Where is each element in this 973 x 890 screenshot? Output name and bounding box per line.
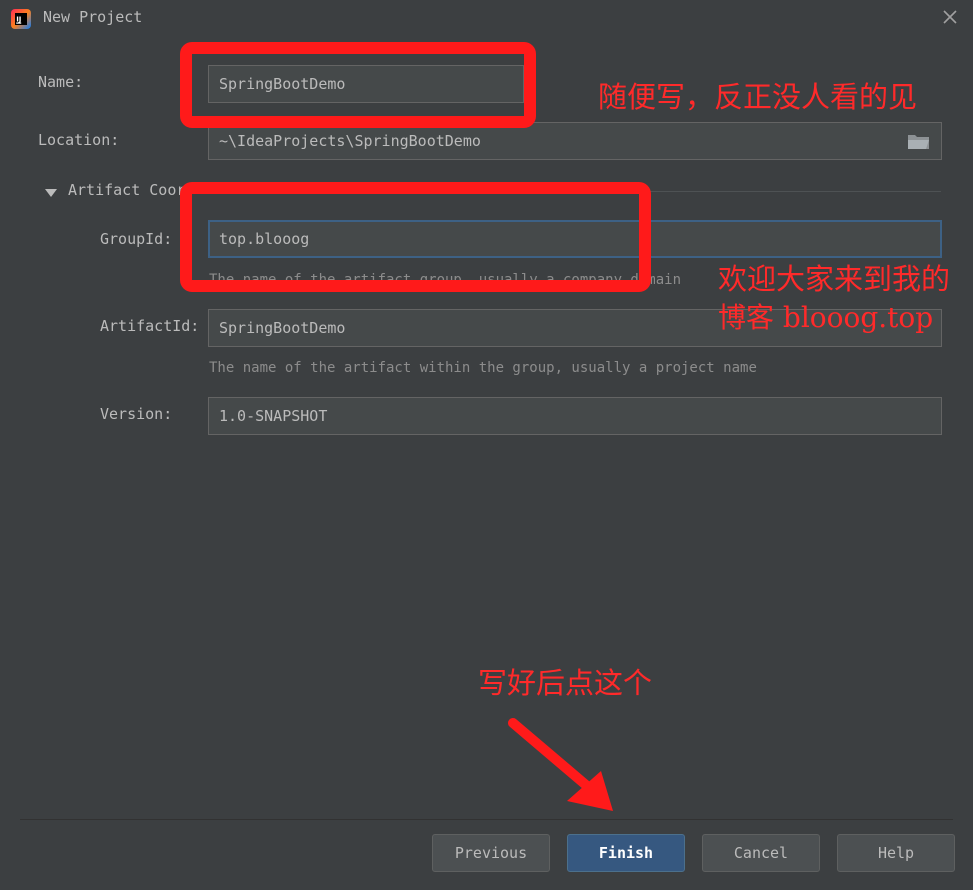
version-input[interactable]: 1.0-SNAPSHOT	[208, 397, 942, 435]
annotation-note-group-line1: 欢迎大家来到我的	[718, 262, 951, 296]
annotation-box-name	[180, 42, 536, 128]
window-title: New Project	[43, 8, 143, 26]
intellij-idea-icon: IJ	[11, 9, 31, 29]
location-value: ~\IdeaProjects\SpringBootDemo	[219, 132, 481, 150]
folder-icon[interactable]	[907, 132, 931, 150]
svg-text:IJ: IJ	[16, 16, 21, 24]
annotation-note-name: 随便写，反正没人看的见	[598, 80, 918, 114]
red-arrow-icon	[508, 718, 613, 811]
location-label: Location:	[38, 131, 120, 149]
help-button[interactable]: Help	[837, 834, 955, 872]
previous-button[interactable]: Previous	[432, 834, 550, 872]
annotation-box-groupid	[180, 182, 651, 292]
version-label: Version:	[100, 405, 173, 423]
cancel-button[interactable]: Cancel	[702, 834, 820, 872]
finish-button[interactable]: Finish	[567, 834, 685, 872]
title-bar: IJ New Project	[0, 0, 973, 36]
annotation-note-finish: 写好后点这个	[478, 666, 653, 700]
annotation-note-group-line2: 博客 blooog.top	[718, 301, 934, 334]
artifactid-label: ArtifactId:	[100, 317, 200, 335]
footer-divider	[20, 819, 953, 820]
close-icon[interactable]	[941, 8, 959, 26]
artifactid-hint: The name of the artifact within the grou…	[209, 360, 757, 376]
chevron-down-icon[interactable]	[44, 187, 58, 199]
groupid-label: GroupId:	[100, 230, 173, 248]
section-title[interactable]: Artifact Coor	[68, 181, 185, 199]
name-label: Name:	[38, 73, 84, 91]
